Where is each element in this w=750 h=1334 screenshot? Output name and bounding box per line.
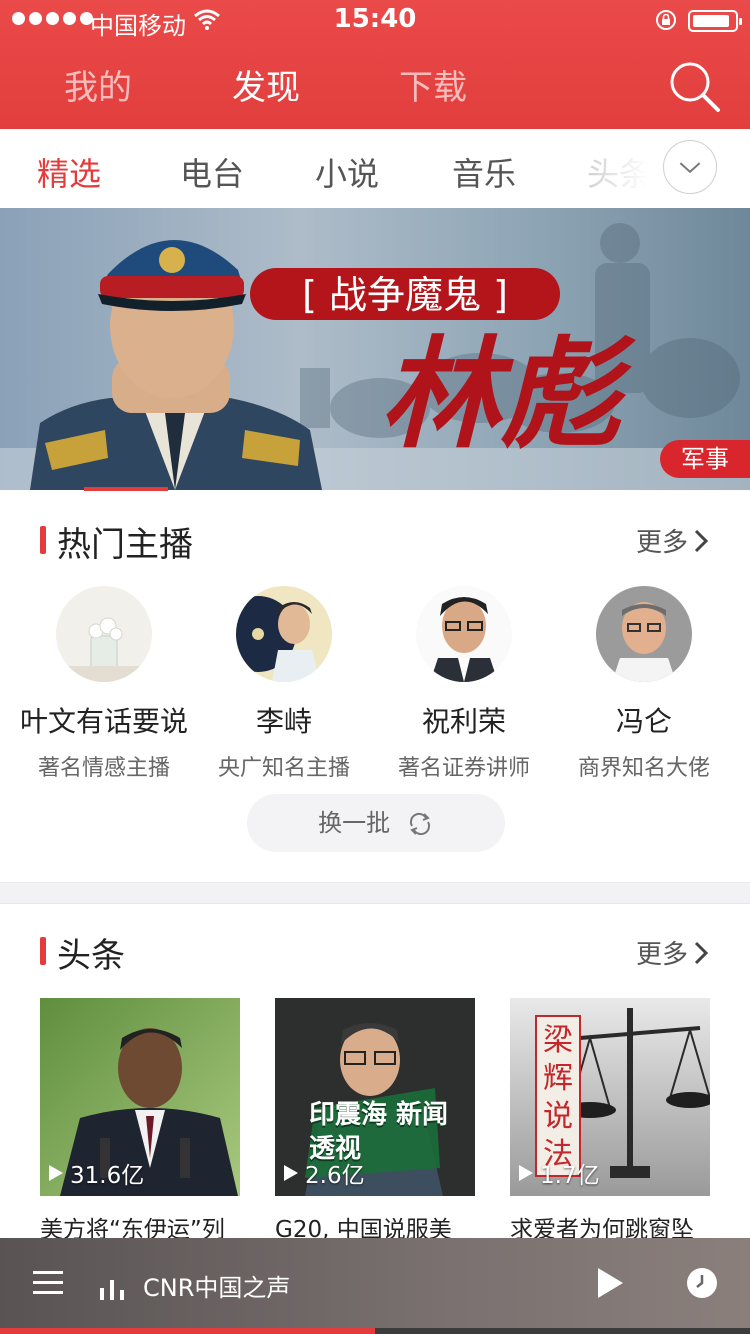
anchor-card[interactable]: 叶文有话要说 著名情感主播: [14, 586, 194, 782]
tab-download[interactable]: 下载: [373, 60, 493, 109]
play-count: 2.6亿: [283, 1156, 365, 1190]
hot-anchors-title: 热门主播: [57, 525, 193, 565]
avatar: [596, 586, 692, 682]
channel-tab-radio[interactable]: 电台: [180, 149, 244, 195]
playback-progress[interactable]: [0, 1328, 750, 1334]
section-divider: [0, 882, 750, 904]
anchor-desc: 商界知名大佬: [577, 756, 710, 781]
avatar: [236, 586, 332, 682]
play-icon: [49, 1165, 63, 1181]
refresh-icon: [409, 812, 430, 836]
carousel-indicator: [84, 487, 168, 491]
status-time: 15:40: [333, 4, 417, 34]
play-icon: [519, 1165, 533, 1181]
channel-tab-featured[interactable]: 精选: [37, 149, 101, 195]
anchor-card[interactable]: 李峙 央广知名主播: [194, 586, 374, 782]
anchor-name: 祝利荣: [421, 705, 506, 738]
banner-headline: [ 战争魔鬼 ]: [302, 273, 508, 317]
more-label: 更多: [636, 940, 689, 970]
headline-thumbnail: 梁辉说法 1.7亿: [510, 998, 710, 1196]
rotation-lock-icon: [656, 10, 676, 30]
headlines-more-button[interactable]: 更多: [636, 934, 709, 971]
banner-carousel[interactable]: [ 战争魔鬼 ] 林彪: [0, 208, 750, 490]
chevron-right-icon: [694, 529, 709, 552]
section-marker: [40, 937, 46, 965]
banner-category-tag: 军事: [660, 440, 750, 478]
mini-player[interactable]: CNR中国之声: [0, 1238, 750, 1334]
anchor-name: 冯仑: [615, 705, 672, 738]
headline-thumbnail: 印震海 新闻透视 2.6亿: [275, 998, 475, 1196]
anchor-desc: 著名证券讲师: [397, 756, 530, 781]
avatar: [56, 586, 152, 682]
battery-icon: [688, 10, 742, 32]
anchor-name: 李峙: [255, 705, 312, 738]
status-bar: 中国移动 15:40: [0, 0, 750, 40]
more-label: 更多: [636, 528, 689, 558]
station-name: CNR中国之声: [143, 1274, 291, 1302]
tab-discover[interactable]: 发现: [206, 60, 326, 109]
play-icon[interactable]: [596, 1267, 624, 1299]
banner-artwork: [ 战争魔鬼 ] 林彪: [0, 223, 750, 490]
equalizer-icon: [100, 1280, 124, 1300]
anchor-desc: 著名情感主播: [37, 756, 170, 781]
play-count: 31.6亿: [48, 1156, 144, 1190]
anchor-card[interactable]: 冯仑 商界知名大佬: [554, 586, 734, 782]
refresh-button[interactable]: 换一批: [247, 794, 505, 852]
anchor-name: 叶文有话要说: [19, 705, 188, 738]
chevron-down-icon[interactable]: [663, 140, 717, 194]
channel-tab-novel[interactable]: 小说: [315, 149, 379, 195]
section-marker: [40, 526, 46, 554]
play-icon: [284, 1165, 298, 1181]
banner-name: 林彪: [380, 324, 636, 465]
anchor-card[interactable]: 祝利荣 著名证券讲师: [374, 586, 554, 782]
chevron-right-icon: [694, 941, 709, 964]
headline-card[interactable]: 印震海 新闻透视 2.6亿 G20, 中国说服美: [275, 998, 475, 1244]
headline-thumbnail: 31.6亿: [40, 998, 240, 1196]
channel-tab-music[interactable]: 音乐: [452, 149, 516, 195]
playback-progress-fill: [0, 1328, 375, 1334]
headlines-title: 头条: [57, 936, 125, 976]
refresh-label: 换一批: [318, 809, 391, 837]
thumbnail-overlay-text: 梁辉说法: [543, 1023, 573, 1172]
channel-tabs: 精选 电台 小说 音乐 头条: [0, 129, 750, 209]
hot-anchors-more-button[interactable]: 更多: [636, 522, 709, 559]
avatar: [416, 586, 512, 682]
headline-card[interactable]: 梁辉说法 1.7亿 求爱者为何跳窗坠: [510, 998, 710, 1244]
timer-icon[interactable]: [686, 1267, 718, 1299]
menu-icon[interactable]: [33, 1271, 63, 1295]
tab-mine[interactable]: 我的: [38, 60, 158, 109]
top-nav: 我的 发现 下载: [0, 60, 750, 116]
search-icon[interactable]: [668, 60, 722, 114]
app-header: 中国移动 15:40 我的 发现 下载: [0, 0, 750, 129]
headline-card[interactable]: 31.6亿 美方将“东伊运”列: [40, 998, 240, 1244]
play-count: 1.7亿: [518, 1156, 600, 1190]
anchor-desc: 央广知名主播: [217, 756, 350, 781]
